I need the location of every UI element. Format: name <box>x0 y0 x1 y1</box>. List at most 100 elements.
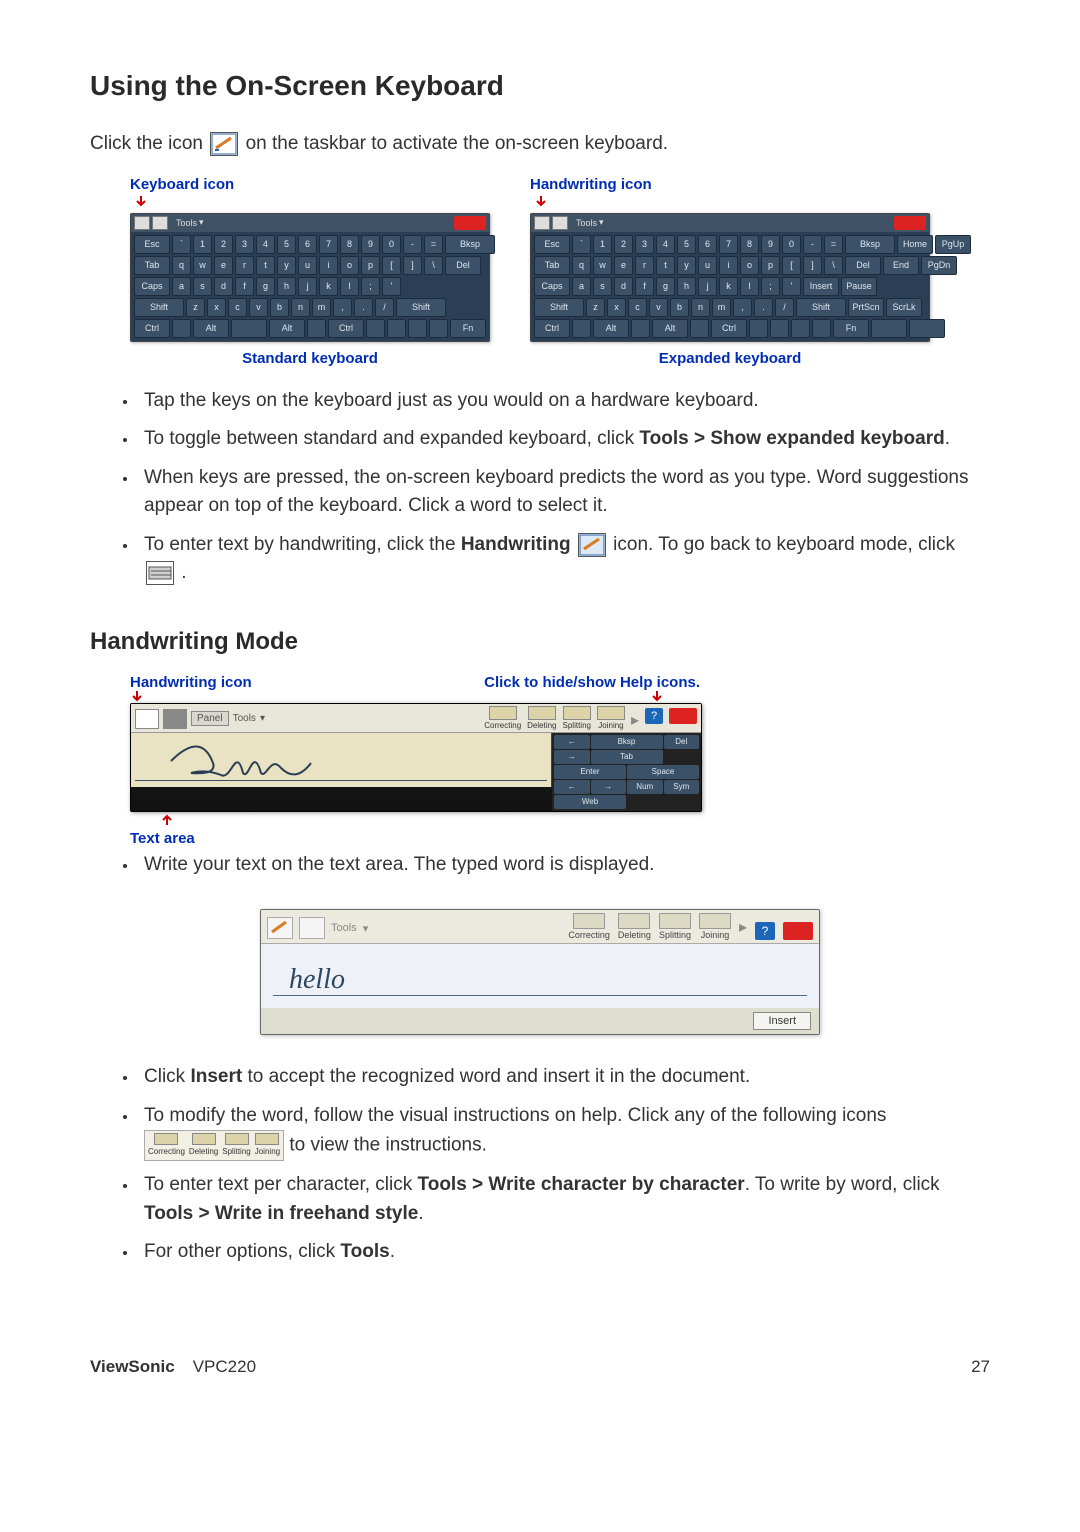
key[interactable]: v <box>649 298 668 317</box>
help-correcting-icon[interactable]: Correcting <box>568 913 610 940</box>
handwriting-toggle-icon[interactable] <box>267 917 293 939</box>
key[interactable]: Alt <box>193 319 229 338</box>
key[interactable]: l <box>340 277 359 296</box>
key[interactable]: 8 <box>340 235 359 254</box>
insert-button[interactable]: Insert <box>753 1012 811 1030</box>
help-correcting-icon[interactable]: Correcting <box>484 706 521 730</box>
key[interactable]: t <box>656 256 675 275</box>
key[interactable]: 4 <box>256 235 275 254</box>
key[interactable]: 7 <box>719 235 738 254</box>
key[interactable]: 6 <box>698 235 717 254</box>
key[interactable]: o <box>340 256 359 275</box>
key[interactable]: Del <box>445 256 481 275</box>
keyboard-toggle-icon[interactable] <box>299 917 325 939</box>
key[interactable]: Shift <box>796 298 846 317</box>
key[interactable]: Insert <box>803 277 839 296</box>
key[interactable]: = <box>424 235 443 254</box>
handwriting-toggle-icon[interactable] <box>134 216 150 230</box>
key[interactable] <box>366 319 385 338</box>
key[interactable]: Esc <box>534 235 570 254</box>
help-splitting-icon[interactable]: Splitting <box>563 706 591 730</box>
key[interactable]: Ctrl <box>711 319 747 338</box>
key[interactable]: Fn <box>450 319 486 338</box>
key[interactable]: g <box>656 277 675 296</box>
tools-menu[interactable]: Tools <box>176 218 197 228</box>
key[interactable] <box>307 319 326 338</box>
key[interactable]: k <box>319 277 338 296</box>
key-web[interactable]: Web <box>554 795 626 809</box>
key[interactable] <box>812 319 831 338</box>
keyboard-toggle-icon[interactable] <box>152 216 168 230</box>
handwriting-text-area[interactable] <box>131 733 552 787</box>
key-right[interactable]: → <box>554 750 590 764</box>
key[interactable]: m <box>312 298 331 317</box>
help-joining-icon[interactable]: Joining <box>597 706 625 730</box>
keyboard-toggle-icon[interactable] <box>552 216 568 230</box>
key[interactable]: n <box>691 298 710 317</box>
key[interactable]: Pause <box>841 277 877 296</box>
key[interactable]: - <box>403 235 422 254</box>
key[interactable]: c <box>628 298 647 317</box>
key[interactable]: 8 <box>740 235 759 254</box>
key[interactable]: ; <box>761 277 780 296</box>
key[interactable]: 5 <box>677 235 696 254</box>
key[interactable]: g <box>256 277 275 296</box>
key[interactable] <box>690 319 709 338</box>
key[interactable] <box>791 319 810 338</box>
help-joining-icon[interactable]: Joining <box>699 913 731 940</box>
key[interactable]: w <box>593 256 612 275</box>
key[interactable] <box>572 319 591 338</box>
key[interactable]: Caps <box>134 277 170 296</box>
key[interactable]: 9 <box>761 235 780 254</box>
key[interactable]: . <box>754 298 773 317</box>
key-sym[interactable]: Sym <box>664 780 700 794</box>
key[interactable]: 3 <box>235 235 254 254</box>
key[interactable]: Alt <box>652 319 688 338</box>
help-joining-icon[interactable]: Joining <box>255 1133 280 1158</box>
close-button[interactable] <box>669 708 697 724</box>
key[interactable]: ] <box>403 256 422 275</box>
key[interactable]: [ <box>782 256 801 275</box>
key[interactable]: Shift <box>396 298 446 317</box>
close-button[interactable] <box>783 922 813 940</box>
key-tab[interactable]: Tab <box>591 750 663 764</box>
key[interactable]: f <box>235 277 254 296</box>
key[interactable]: End <box>883 256 919 275</box>
key[interactable]: \ <box>424 256 443 275</box>
key[interactable]: b <box>270 298 289 317</box>
key[interactable] <box>631 319 650 338</box>
key[interactable]: i <box>719 256 738 275</box>
key[interactable]: / <box>775 298 794 317</box>
close-button[interactable] <box>454 216 486 230</box>
key[interactable]: h <box>277 277 296 296</box>
key[interactable]: p <box>761 256 780 275</box>
key[interactable]: 9 <box>361 235 380 254</box>
key[interactable]: d <box>214 277 233 296</box>
key[interactable]: f <box>635 277 654 296</box>
handwriting-toggle-icon[interactable] <box>534 216 550 230</box>
key-del[interactable]: Del <box>664 735 700 749</box>
close-button[interactable] <box>894 216 926 230</box>
key[interactable]: 0 <box>782 235 801 254</box>
key[interactable] <box>172 319 191 338</box>
key[interactable]: Bksp <box>445 235 495 254</box>
tools-menu[interactable]: Tools <box>576 218 597 228</box>
key[interactable]: c <box>228 298 247 317</box>
key[interactable]: h <box>677 277 696 296</box>
key[interactable] <box>871 319 907 338</box>
key[interactable]: u <box>298 256 317 275</box>
key[interactable]: q <box>172 256 191 275</box>
key[interactable]: = <box>824 235 843 254</box>
help-toggle-button[interactable]: ? <box>755 922 775 940</box>
key-enter[interactable]: Enter <box>554 765 626 779</box>
key[interactable]: Esc <box>134 235 170 254</box>
key[interactable]: / <box>375 298 394 317</box>
tools-menu[interactable]: Tools <box>331 922 357 934</box>
help-deleting-icon[interactable]: Deleting <box>189 1133 218 1158</box>
key[interactable]: Home <box>897 235 933 254</box>
key[interactable]: Caps <box>534 277 570 296</box>
key[interactable]: a <box>572 277 591 296</box>
key[interactable] <box>749 319 768 338</box>
key[interactable]: d <box>614 277 633 296</box>
key[interactable]: a <box>172 277 191 296</box>
